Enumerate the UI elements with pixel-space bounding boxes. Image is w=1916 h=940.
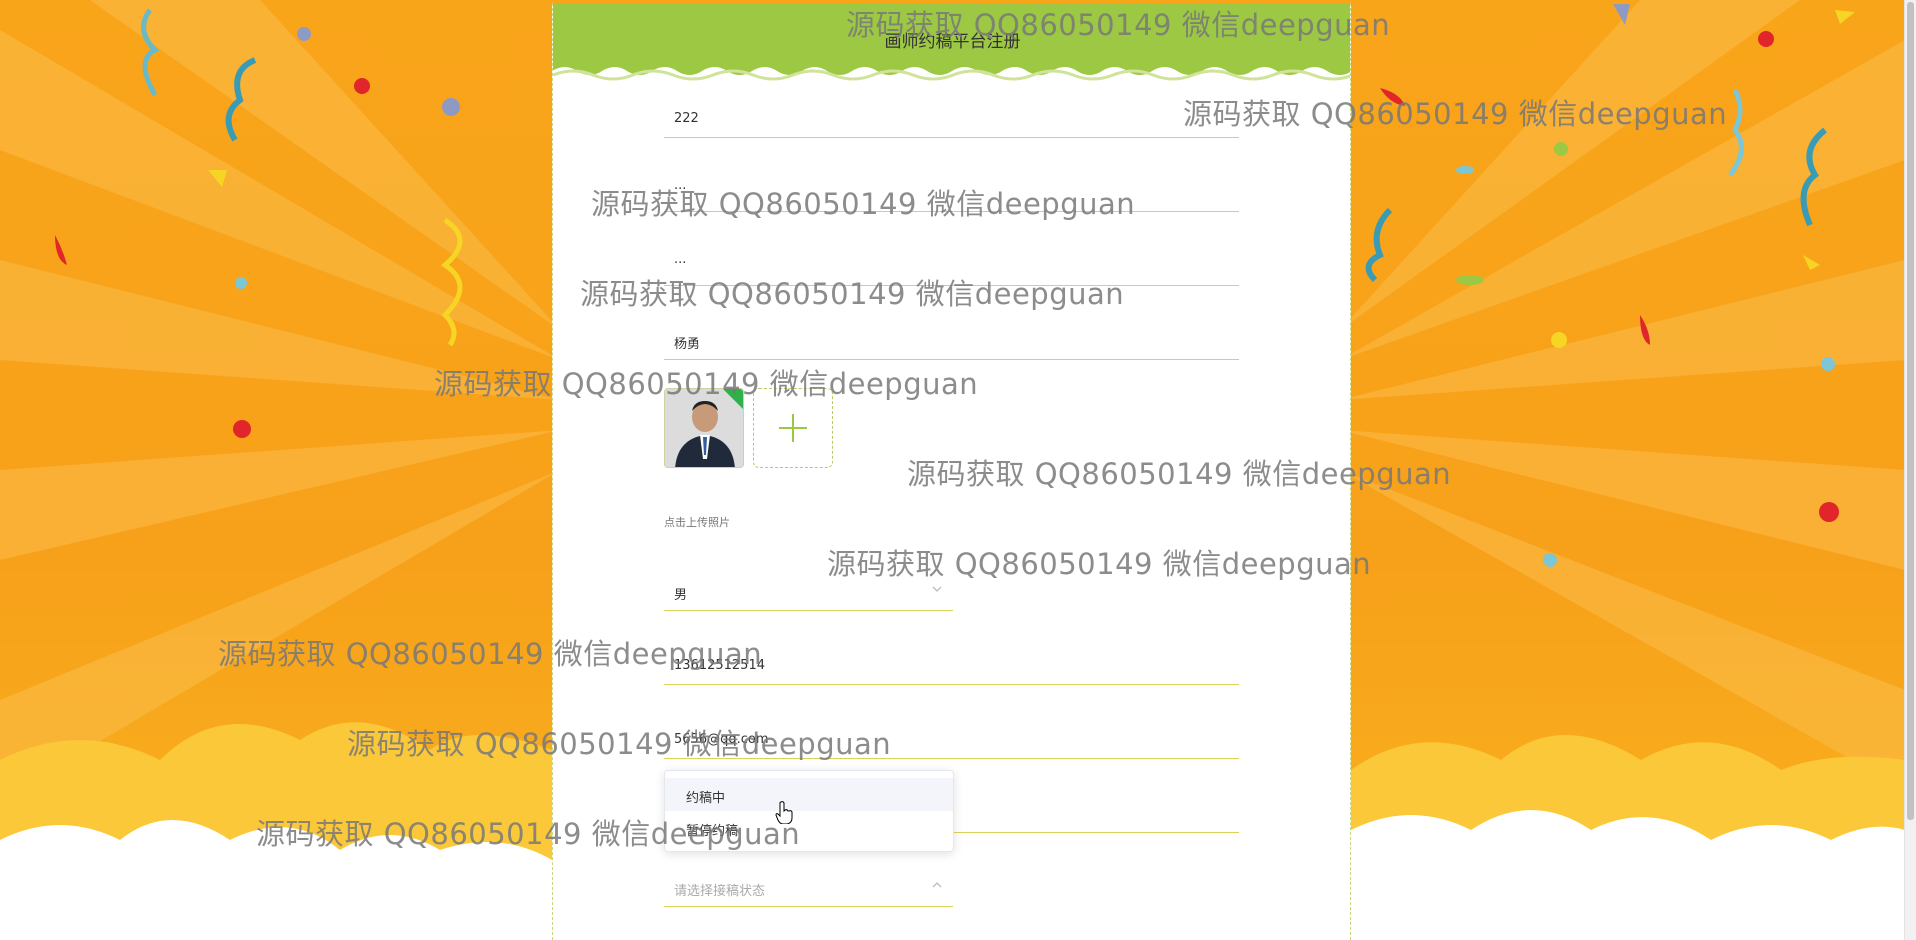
confirm-password-value: ...: [674, 252, 687, 267]
chevron-up-icon: [932, 882, 942, 888]
name-value: 杨勇: [674, 337, 701, 352]
scrollbar-thumb[interactable]: [1907, 2, 1914, 820]
password-field[interactable]: ...: [664, 172, 1239, 212]
phone-field[interactable]: 13612512514: [664, 645, 1239, 685]
confirm-password-field[interactable]: ...: [664, 246, 1239, 286]
plus-icon: [779, 414, 807, 442]
upload-photo-button[interactable]: [753, 388, 833, 468]
account-field[interactable]: 222: [664, 98, 1239, 138]
phone-value: 13612512514: [674, 658, 765, 673]
status-option-accepting[interactable]: 约稿中: [665, 778, 953, 811]
page-scrollbar[interactable]: [1904, 0, 1916, 940]
name-field[interactable]: 杨勇: [664, 320, 1239, 360]
gender-value: 男: [674, 588, 688, 603]
status-select[interactable]: 请选择接稿状态: [664, 867, 953, 907]
chevron-down-icon: [932, 586, 942, 592]
avatar: [665, 389, 743, 467]
gender-select[interactable]: 男: [664, 571, 953, 611]
status-placeholder: 请选择接稿状态: [674, 884, 766, 899]
status-option-paused[interactable]: 暂停约稿: [665, 811, 953, 844]
uploaded-photo-thumbnail[interactable]: [664, 388, 744, 468]
page-title: 画师约稿平台注册: [884, 32, 1021, 52]
upload-hint: 点击上传照片: [664, 516, 730, 529]
password-value: ...: [674, 178, 687, 193]
status-dropdown-menu: 约稿中 暂停约稿: [664, 770, 954, 852]
hand-cursor-icon: [775, 801, 793, 824]
registration-panel: 画师约稿平台注册 222 ... ... 杨勇 点击上传照片 男 1361251…: [552, 3, 1351, 940]
email-value: 5656@qq.com: [674, 732, 769, 747]
account-value: 222: [674, 111, 699, 126]
email-field[interactable]: 5656@qq.com: [664, 719, 1239, 759]
